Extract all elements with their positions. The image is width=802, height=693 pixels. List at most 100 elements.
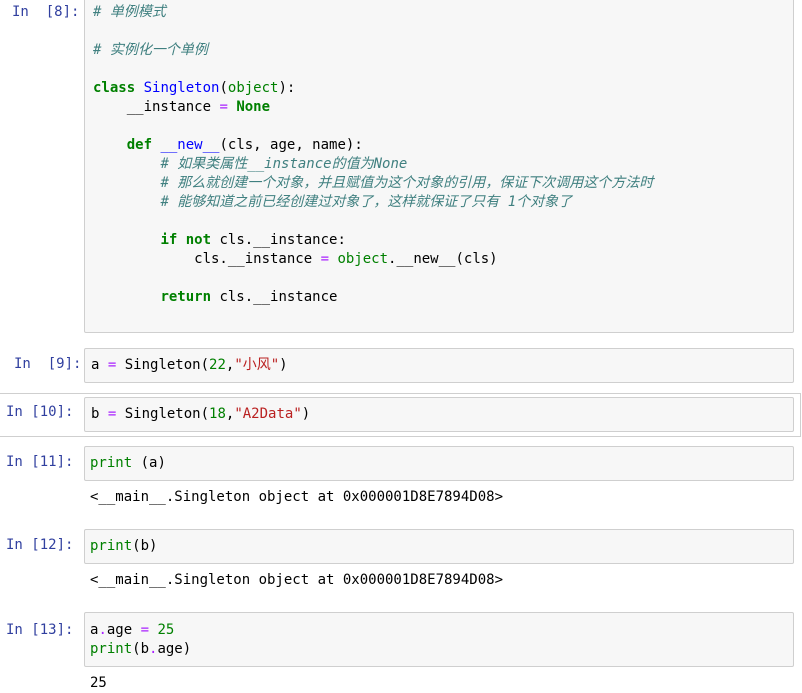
code-token: cls.__instance xyxy=(211,289,338,305)
code-line: class Singleton(object): xyxy=(93,80,295,96)
code-text: print (a) xyxy=(90,454,166,473)
cell-prompt: In [10]: xyxy=(6,404,74,420)
code-token: age xyxy=(106,622,141,638)
cell-output: <__main__.Singleton object at 0x000001D8… xyxy=(90,489,504,505)
code-text: b = Singleton(18,"A2Data") xyxy=(91,405,310,424)
code-token: 22 xyxy=(209,357,226,373)
cell-output: <__main__.Singleton object at 0x000001D8… xyxy=(90,572,504,588)
code-token: return xyxy=(160,289,212,305)
code-token: None xyxy=(236,99,271,115)
code-token: = xyxy=(320,251,330,267)
code-line: # 如果类属性__instance的值为None xyxy=(93,156,407,172)
code-token: __new__ xyxy=(160,137,220,153)
code-input[interactable]: a = Singleton(22,"小风") xyxy=(84,348,794,383)
code-token: "A2Data" xyxy=(234,406,302,422)
code-text: a = Singleton(22,"小风") xyxy=(91,356,288,375)
code-token: # 实例化一个单例 xyxy=(93,42,208,58)
code-token: print xyxy=(90,455,133,471)
code-token: 18 xyxy=(209,406,226,422)
code-text: print(b) xyxy=(90,537,157,556)
code-line: cls.__instance = object.__new__(cls) xyxy=(93,251,498,267)
code-token: = xyxy=(219,99,228,115)
code-token: print xyxy=(90,641,133,657)
code-line: a.age = 25 xyxy=(90,622,174,638)
code-token: object xyxy=(227,80,279,96)
code-input[interactable]: a.age = 25 print(b.age) xyxy=(84,612,794,667)
code-token: 25 xyxy=(157,622,175,638)
code-token: def xyxy=(126,137,153,153)
cell-prompt: In [12]: xyxy=(6,537,74,553)
code-line: # 实例化一个单例 xyxy=(93,42,208,58)
code-line: if not cls.__instance: xyxy=(93,232,346,248)
code-text: # 单例模式 # 实例化一个单例 class Singleton(object)… xyxy=(93,3,653,307)
cell-prompt: In [8]: xyxy=(12,4,80,20)
code-token: .__new__(cls) xyxy=(388,251,498,267)
code-token: if xyxy=(160,232,178,248)
code-line: print(b.age) xyxy=(90,641,191,657)
code-token: = xyxy=(140,622,150,638)
code-token: ( xyxy=(219,80,228,96)
code-token: (b) xyxy=(132,538,158,554)
code-token: not xyxy=(185,232,212,248)
code-line: # 单例模式 xyxy=(93,4,166,20)
code-token: (cls, age, name): xyxy=(219,137,363,153)
code-token: # 能够知道之前已经创建过对象了，这样就保证了只有 1个对象了 xyxy=(160,194,573,210)
code-input[interactable]: b = Singleton(18,"A2Data") xyxy=(84,397,794,432)
code-line: a = Singleton(22,"小风") xyxy=(91,357,288,373)
code-line: # 能够知道之前已经创建过对象了，这样就保证了只有 1个对象了 xyxy=(93,194,572,210)
code-input[interactable]: print (a) xyxy=(84,446,794,481)
code-token: (b xyxy=(132,641,150,657)
code-token: age) xyxy=(157,641,192,657)
code-cell-12[interactable]: In [12]: print(b) <__main__.Singleton ob… xyxy=(0,527,802,602)
code-line: return cls.__instance xyxy=(93,289,337,305)
cell-prompt: In [9]: xyxy=(14,356,82,372)
code-token: ) xyxy=(279,357,288,373)
code-line: __instance = None xyxy=(93,99,270,115)
code-text: a.age = 25 print(b.age) xyxy=(90,621,191,659)
code-token: . xyxy=(98,622,107,638)
code-line: # 那么就创建一个对象，并且赋值为这个对象的引用，保证下次调用这个方法时 xyxy=(93,175,653,191)
code-token: class xyxy=(93,80,136,96)
code-cell-13[interactable]: In [13]: a.age = 25 print(b.age) 25 xyxy=(0,610,802,693)
code-token: object xyxy=(337,251,389,267)
code-token: ): xyxy=(278,80,296,96)
code-token: cls.__instance: xyxy=(211,232,346,248)
code-token: # 单例模式 xyxy=(93,4,166,20)
code-cell-11[interactable]: In [11]: print (a) <__main__.Singleton o… xyxy=(0,444,802,519)
code-cell-10[interactable]: In [10]: b = Singleton(18,"A2Data") xyxy=(0,394,802,436)
code-token: # 如果类属性__instance的值为None xyxy=(160,156,408,172)
code-token: a xyxy=(91,357,108,373)
code-token: # 那么就创建一个对象，并且赋值为这个对象的引用，保证下次调用这个方法时 xyxy=(160,175,654,191)
code-line: print (a) xyxy=(90,455,166,471)
cell-output: 25 xyxy=(90,675,107,691)
code-line: b = Singleton(18,"A2Data") xyxy=(91,406,310,422)
code-line: def __new__(cls, age, name): xyxy=(93,137,363,153)
code-line: print(b) xyxy=(90,538,157,554)
code-token: print xyxy=(90,538,133,554)
code-cell-9[interactable]: In [9]: a = Singleton(22,"小风") xyxy=(0,344,802,384)
code-input[interactable]: print(b) xyxy=(84,529,794,564)
cell-prompt: In [11]: xyxy=(6,454,74,470)
code-token: ) xyxy=(301,406,311,422)
code-token: "小风" xyxy=(234,357,280,373)
code-token: Singleton xyxy=(143,80,220,96)
code-cell-8[interactable]: In [8]: # 单例模式 # 实例化一个单例 class Singleton… xyxy=(0,0,802,340)
code-token: (a) xyxy=(132,455,166,471)
cell-prompt: In [13]: xyxy=(6,622,74,638)
code-token: Singleton( xyxy=(116,406,210,422)
code-token: cls.__instance xyxy=(93,251,321,267)
code-input[interactable]: # 单例模式 # 实例化一个单例 class Singleton(object)… xyxy=(84,0,794,333)
code-token: Singleton( xyxy=(116,357,210,373)
